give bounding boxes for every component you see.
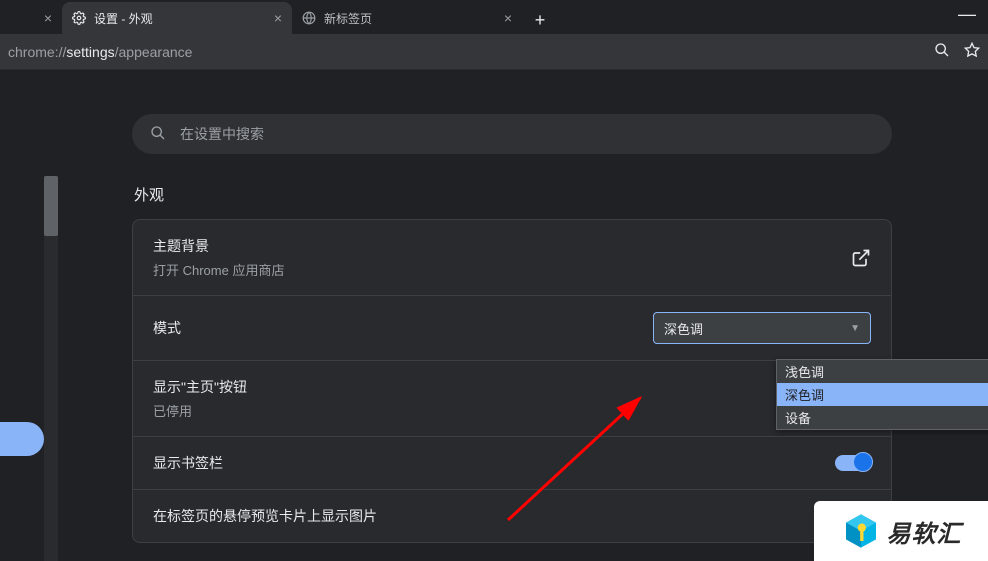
mode-selected-value: 深色调 [664, 319, 703, 338]
bookmarks-title: 显示书签栏 [153, 453, 223, 473]
settings-content: 在设置中搜索 外观 主题背景 打开 Chrome 应用商店 模式 深色调 ▼ [0, 70, 988, 561]
search-icon [150, 125, 166, 144]
window-minimize-button[interactable]: — [958, 4, 976, 25]
zoom-icon[interactable] [934, 42, 950, 61]
bookmark-star-icon[interactable] [964, 42, 980, 61]
section-title-appearance: 外观 [134, 184, 986, 205]
tab-previous[interactable]: × [0, 2, 62, 34]
toggle-knob [853, 452, 873, 472]
watermark-text: 易软汇 [887, 514, 962, 549]
gear-icon [72, 11, 86, 25]
row-mode: 模式 深色调 ▼ [133, 296, 891, 361]
address-bar[interactable]: chrome://settings/appearance [0, 34, 988, 70]
home-subtitle: 已停用 [153, 401, 247, 420]
mode-option-device[interactable]: 设备 [777, 406, 988, 429]
close-icon[interactable]: × [44, 10, 52, 26]
theme-title: 主题背景 [153, 236, 284, 256]
tab-settings-appearance[interactable]: 设置 - 外观 × [62, 2, 292, 34]
watermark-icon [841, 511, 881, 551]
address-bar-actions [934, 42, 980, 61]
hover-title: 在标签页的悬停预览卡片上显示图片 [153, 506, 377, 526]
chevron-down-icon: ▼ [850, 323, 860, 334]
url-display: chrome://settings/appearance [8, 44, 934, 60]
close-icon[interactable]: × [504, 10, 512, 26]
mode-dropdown[interactable]: 浅色调 深色调 设备 [776, 359, 988, 430]
theme-subtitle: 打开 Chrome 应用商店 [153, 260, 284, 279]
close-icon[interactable]: × [274, 10, 282, 26]
search-placeholder: 在设置中搜索 [180, 124, 264, 144]
bookmarks-toggle[interactable] [835, 455, 871, 471]
row-hover-preview[interactable]: 在标签页的悬停预览卡片上显示图片 [133, 490, 891, 542]
row-bookmarks-bar[interactable]: 显示书签栏 [133, 437, 891, 490]
settings-search-input[interactable]: 在设置中搜索 [132, 114, 892, 154]
row-theme[interactable]: 主题背景 打开 Chrome 应用商店 [133, 220, 891, 296]
mode-option-light[interactable]: 浅色调 [777, 360, 988, 383]
mode-select[interactable]: 深色调 ▼ [653, 312, 871, 344]
sidebar-active-indicator[interactable] [0, 422, 44, 456]
globe-icon [302, 11, 316, 25]
browser-tabstrip: × 设置 - 外观 × 新标签页 × + — [0, 0, 988, 34]
mode-title: 模式 [153, 318, 181, 338]
tab-title: 设置 - 外观 [94, 10, 153, 27]
mode-option-dark[interactable]: 深色调 [777, 383, 988, 406]
scrollbar-thumb[interactable] [44, 176, 58, 236]
tab-newtab-page[interactable]: 新标签页 × [292, 2, 522, 34]
tab-title: 新标签页 [324, 10, 372, 27]
home-title: 显示"主页"按钮 [153, 377, 247, 397]
watermark-logo: 易软汇 [814, 501, 988, 561]
new-tab-button[interactable]: + [526, 6, 554, 34]
open-external-icon[interactable] [851, 248, 871, 268]
